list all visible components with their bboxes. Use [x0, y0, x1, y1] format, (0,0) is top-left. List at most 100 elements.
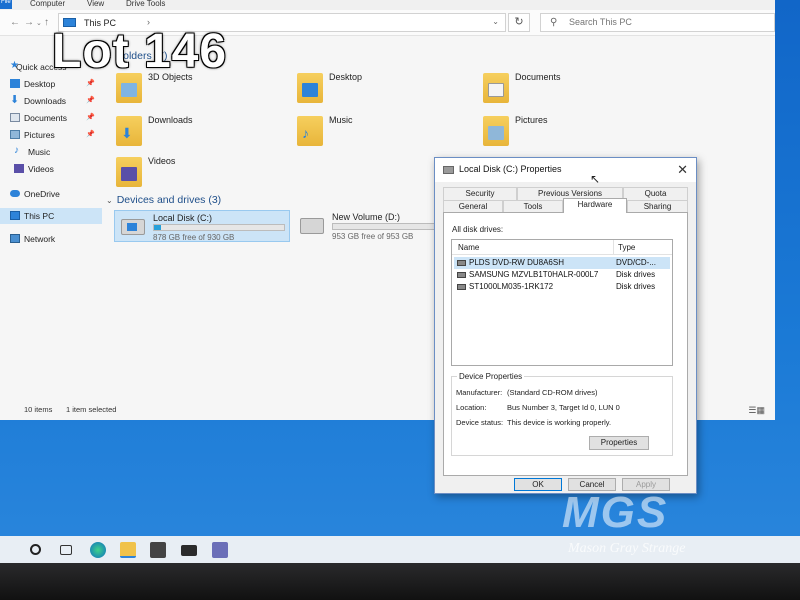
screen: File Computer View Drive Tools ← → ⌄ ↑ T… — [0, 0, 800, 565]
search-circle-icon[interactable] — [30, 544, 41, 555]
search-input[interactable] — [569, 17, 749, 27]
drive-icon — [443, 166, 454, 174]
disk-row[interactable]: PLDS DVD-RW DU8A6SH DVD/CD-... — [454, 257, 670, 269]
back-arrow-icon[interactable]: ← — [10, 17, 20, 28]
tab-security[interactable]: Security — [443, 187, 517, 200]
drive-free-space: 878 GB free of 930 GB — [153, 233, 235, 242]
folder-icon: ⬇ — [116, 116, 142, 146]
folder-videos[interactable]: Videos — [106, 152, 281, 194]
properties-button[interactable]: Properties — [589, 436, 649, 450]
task-view-icon[interactable] — [60, 545, 72, 555]
drive-name: Local Disk (C:) — [153, 213, 213, 223]
ok-button[interactable]: OK — [514, 478, 562, 491]
tab-quota[interactable]: Quota — [623, 187, 688, 200]
disk-type: Disk drives — [616, 282, 656, 291]
store-icon[interactable] — [150, 542, 166, 558]
nav-label: Network — [24, 234, 56, 244]
forward-arrow-icon[interactable]: → — [24, 17, 34, 28]
folder-music[interactable]: ♪ Music — [287, 111, 462, 153]
drive-properties-icon[interactable] — [212, 542, 228, 558]
chevron-down-icon[interactable]: ⌄ — [492, 17, 499, 26]
nav-label: Pictures — [24, 130, 55, 140]
search-icon: ⚲ — [550, 17, 558, 28]
tab-hardware[interactable]: Hardware — [563, 198, 627, 213]
disk-name: ST1000LM035-1RK172 — [469, 282, 554, 291]
computer-icon — [10, 211, 20, 220]
nav-videos[interactable]: Videos — [0, 161, 102, 177]
device-status-label: Device status: — [456, 418, 504, 427]
windows-drive-icon — [121, 219, 145, 235]
tab-computer[interactable]: Computer — [30, 0, 65, 8]
dialog-title-bar[interactable]: Local Disk (C:) Properties ✕ — [435, 158, 696, 182]
drive-name: New Volume (D:) — [332, 212, 401, 222]
column-header-type[interactable]: Type — [618, 243, 635, 252]
ribbon-tabs: File Computer View Drive Tools — [0, 0, 775, 10]
nav-label: Documents — [24, 113, 67, 123]
nav-downloads[interactable]: ⬇ Downloads 📌 — [0, 93, 102, 109]
folder-downloads[interactable]: ⬇ Downloads — [106, 111, 281, 153]
nav-label: This PC — [24, 211, 55, 221]
disk-type: Disk drives — [616, 270, 656, 279]
folder-icon — [116, 157, 142, 187]
column-header-name[interactable]: Name — [458, 243, 479, 252]
details-view-icon[interactable]: ☰▦ — [748, 405, 765, 416]
nav-documents[interactable]: Documents 📌 — [0, 110, 102, 126]
video-icon — [14, 164, 24, 173]
drive-usage-fill — [154, 225, 162, 230]
folder-pictures[interactable]: Pictures — [473, 111, 648, 153]
music-note-icon: ♪ — [14, 145, 19, 156]
download-icon: ⬇ — [10, 94, 20, 106]
disk-drive-icon — [457, 284, 466, 290]
tab-file[interactable]: File — [0, 0, 12, 9]
refresh-icon: ↻ — [514, 16, 524, 28]
nav-label: Music — [28, 147, 51, 157]
mgs-tagline-watermark: Mason Gray Strange — [568, 541, 686, 556]
folder-desktop[interactable]: Desktop — [287, 68, 462, 110]
nav-this-pc[interactable]: This PC — [0, 208, 102, 224]
dvd-drive-icon — [457, 260, 466, 266]
disk-row[interactable]: ST1000LM035-1RK172 Disk drives — [454, 281, 670, 293]
file-explorer-icon[interactable] — [120, 542, 136, 558]
location-value: Bus Number 3, Target Id 0, LUN 0 — [507, 403, 620, 412]
drive-free-space: 953 GB free of 953 GB — [332, 232, 414, 241]
nav-pictures[interactable]: Pictures 📌 — [0, 127, 102, 143]
nav-music[interactable]: ♪ Music — [0, 144, 102, 160]
network-icon — [10, 234, 20, 243]
mouse-cursor-icon: ↖ — [590, 172, 601, 186]
disk-name: PLDS DVD-RW DU8A6SH — [469, 258, 564, 267]
nav-label: Downloads — [24, 96, 67, 106]
selection-count: 1 item selected — [66, 405, 117, 414]
cloud-icon — [10, 190, 20, 197]
nav-network[interactable]: Network — [0, 231, 102, 247]
search-box[interactable]: ⚲ — [540, 13, 775, 32]
folder-name: Pictures — [515, 115, 548, 125]
windows-logo-icon — [127, 223, 137, 231]
nav-label: Desktop — [24, 79, 56, 89]
recent-dropdown-icon[interactable]: ⌄ — [36, 19, 42, 27]
disk-list[interactable]: Name Type PLDS DVD-RW DU8A6SH DVD/CD-...… — [451, 239, 673, 366]
column-divider[interactable] — [613, 240, 614, 255]
up-arrow-icon[interactable]: ↑ — [44, 17, 49, 28]
folder-documents[interactable]: Documents — [473, 68, 648, 110]
drives-section-header[interactable]: ⌄ Devices and drives (3) — [106, 194, 221, 206]
all-disks-label: All disk drives: — [452, 225, 504, 234]
disk-name: SAMSUNG MZVLB1T0HALR-000L7 — [469, 270, 599, 279]
disk-list-header: Name Type — [452, 240, 672, 255]
nav-onedrive[interactable]: OneDrive — [0, 186, 102, 202]
device-status-value: This device is working properly. — [507, 418, 612, 427]
folder-name: Desktop — [329, 72, 363, 82]
refresh-button[interactable]: ↻ — [508, 13, 530, 32]
mgs-logo-watermark: MGS — [562, 488, 669, 537]
mail-icon[interactable] — [181, 545, 197, 556]
close-icon[interactable]: ✕ — [677, 162, 688, 178]
location-label: Location: — [456, 403, 487, 412]
folder-icon: ♪ — [297, 116, 323, 146]
tab-drive-tools[interactable]: Drive Tools — [126, 0, 165, 8]
picture-icon — [10, 130, 20, 139]
edge-browser-icon[interactable] — [90, 542, 106, 558]
tab-view[interactable]: View — [87, 0, 104, 8]
pin-icon: 📌 — [86, 114, 95, 121]
chevron-down-icon: ⌄ — [106, 196, 113, 205]
disk-row[interactable]: SAMSUNG MZVLB1T0HALR-000L7 Disk drives — [454, 269, 670, 281]
drive-c[interactable]: Local Disk (C:) 878 GB free of 930 GB — [114, 210, 290, 242]
